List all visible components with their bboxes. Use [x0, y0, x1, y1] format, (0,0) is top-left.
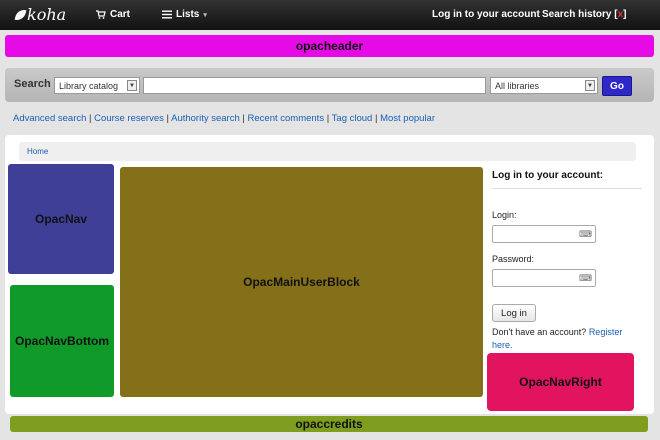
- search-input[interactable]: [143, 77, 486, 94]
- search-type-value: Library catalog: [59, 81, 119, 91]
- koha-logo[interactable]: koha: [14, 5, 67, 24]
- login-field[interactable]: ⌨: [492, 225, 596, 243]
- lists-button[interactable]: Lists ▾: [162, 9, 207, 20]
- password-field[interactable]: ⌨: [492, 269, 596, 287]
- select-arrow-icon: ▼: [585, 80, 595, 91]
- most-popular-link[interactable]: Most popular: [380, 113, 435, 124]
- cart-button[interactable]: Cart: [96, 9, 130, 20]
- lists-label: Lists: [176, 9, 200, 20]
- opacnavbottom-region: OpacNavBottom: [10, 285, 114, 397]
- top-navbar: koha Cart Lists ▾ Log in to your account…: [0, 0, 660, 30]
- breadcrumb-home-link[interactable]: Home: [27, 147, 48, 156]
- no-account-text: Don't have an account?: [492, 327, 587, 337]
- select-arrow-icon: ▼: [127, 80, 137, 91]
- koha-leaf-icon: [14, 7, 27, 22]
- cart-label: Cart: [110, 9, 131, 20]
- opaccredits-region: opaccredits: [10, 416, 648, 432]
- log-in-button[interactable]: Log in: [492, 304, 536, 322]
- advanced-search-link[interactable]: Advanced search: [13, 113, 86, 124]
- login-link[interactable]: Log in to your account: [432, 9, 540, 20]
- go-button[interactable]: Go: [602, 76, 632, 96]
- login-field-label: Login:: [492, 210, 517, 220]
- list-icon: [162, 10, 172, 19]
- search-history-link[interactable]: Search history [x]: [542, 9, 627, 20]
- tag-cloud-link[interactable]: Tag cloud: [332, 113, 373, 124]
- opacheader-region: opacheader: [5, 35, 654, 57]
- login-panel-title: Log in to your account:: [492, 170, 642, 189]
- opacmainuserblock-region: OpacMainUserBlock: [120, 167, 483, 397]
- authority-search-link[interactable]: Authority search: [171, 113, 240, 124]
- keyboard-icon[interactable]: ⌨: [579, 229, 592, 240]
- cart-icon: [96, 10, 106, 19]
- opacnav-region: OpacNav: [8, 164, 114, 274]
- password-field-label: Password:: [492, 254, 535, 264]
- recent-comments-link[interactable]: Recent comments: [248, 113, 325, 124]
- course-reserves-link[interactable]: Course reserves: [94, 113, 164, 124]
- logo-text: koha: [27, 5, 67, 24]
- login-panel: Log in to your account: Login: ⌨ Passwor…: [492, 170, 642, 350]
- keyboard-icon[interactable]: ⌨: [579, 273, 592, 284]
- search-label: Search: [14, 78, 51, 90]
- library-value: All libraries: [495, 81, 540, 91]
- breadcrumb: Home: [19, 142, 636, 161]
- opacnavright-region: OpacNavRight: [487, 353, 634, 411]
- chevron-down-icon: ▾: [203, 11, 207, 19]
- more-searches: Advanced search | Course reserves | Auth…: [13, 113, 435, 124]
- library-select[interactable]: All libraries ▼: [490, 77, 598, 94]
- search-history-bracket: ]: [623, 9, 627, 20]
- search-type-select[interactable]: Library catalog ▼: [54, 77, 140, 94]
- search-history-label: Search history [: [542, 9, 618, 20]
- register-prompt: Don't have an account? Register here.: [492, 326, 637, 352]
- search-bar: Search Library catalog ▼ All libraries ▼…: [5, 68, 654, 102]
